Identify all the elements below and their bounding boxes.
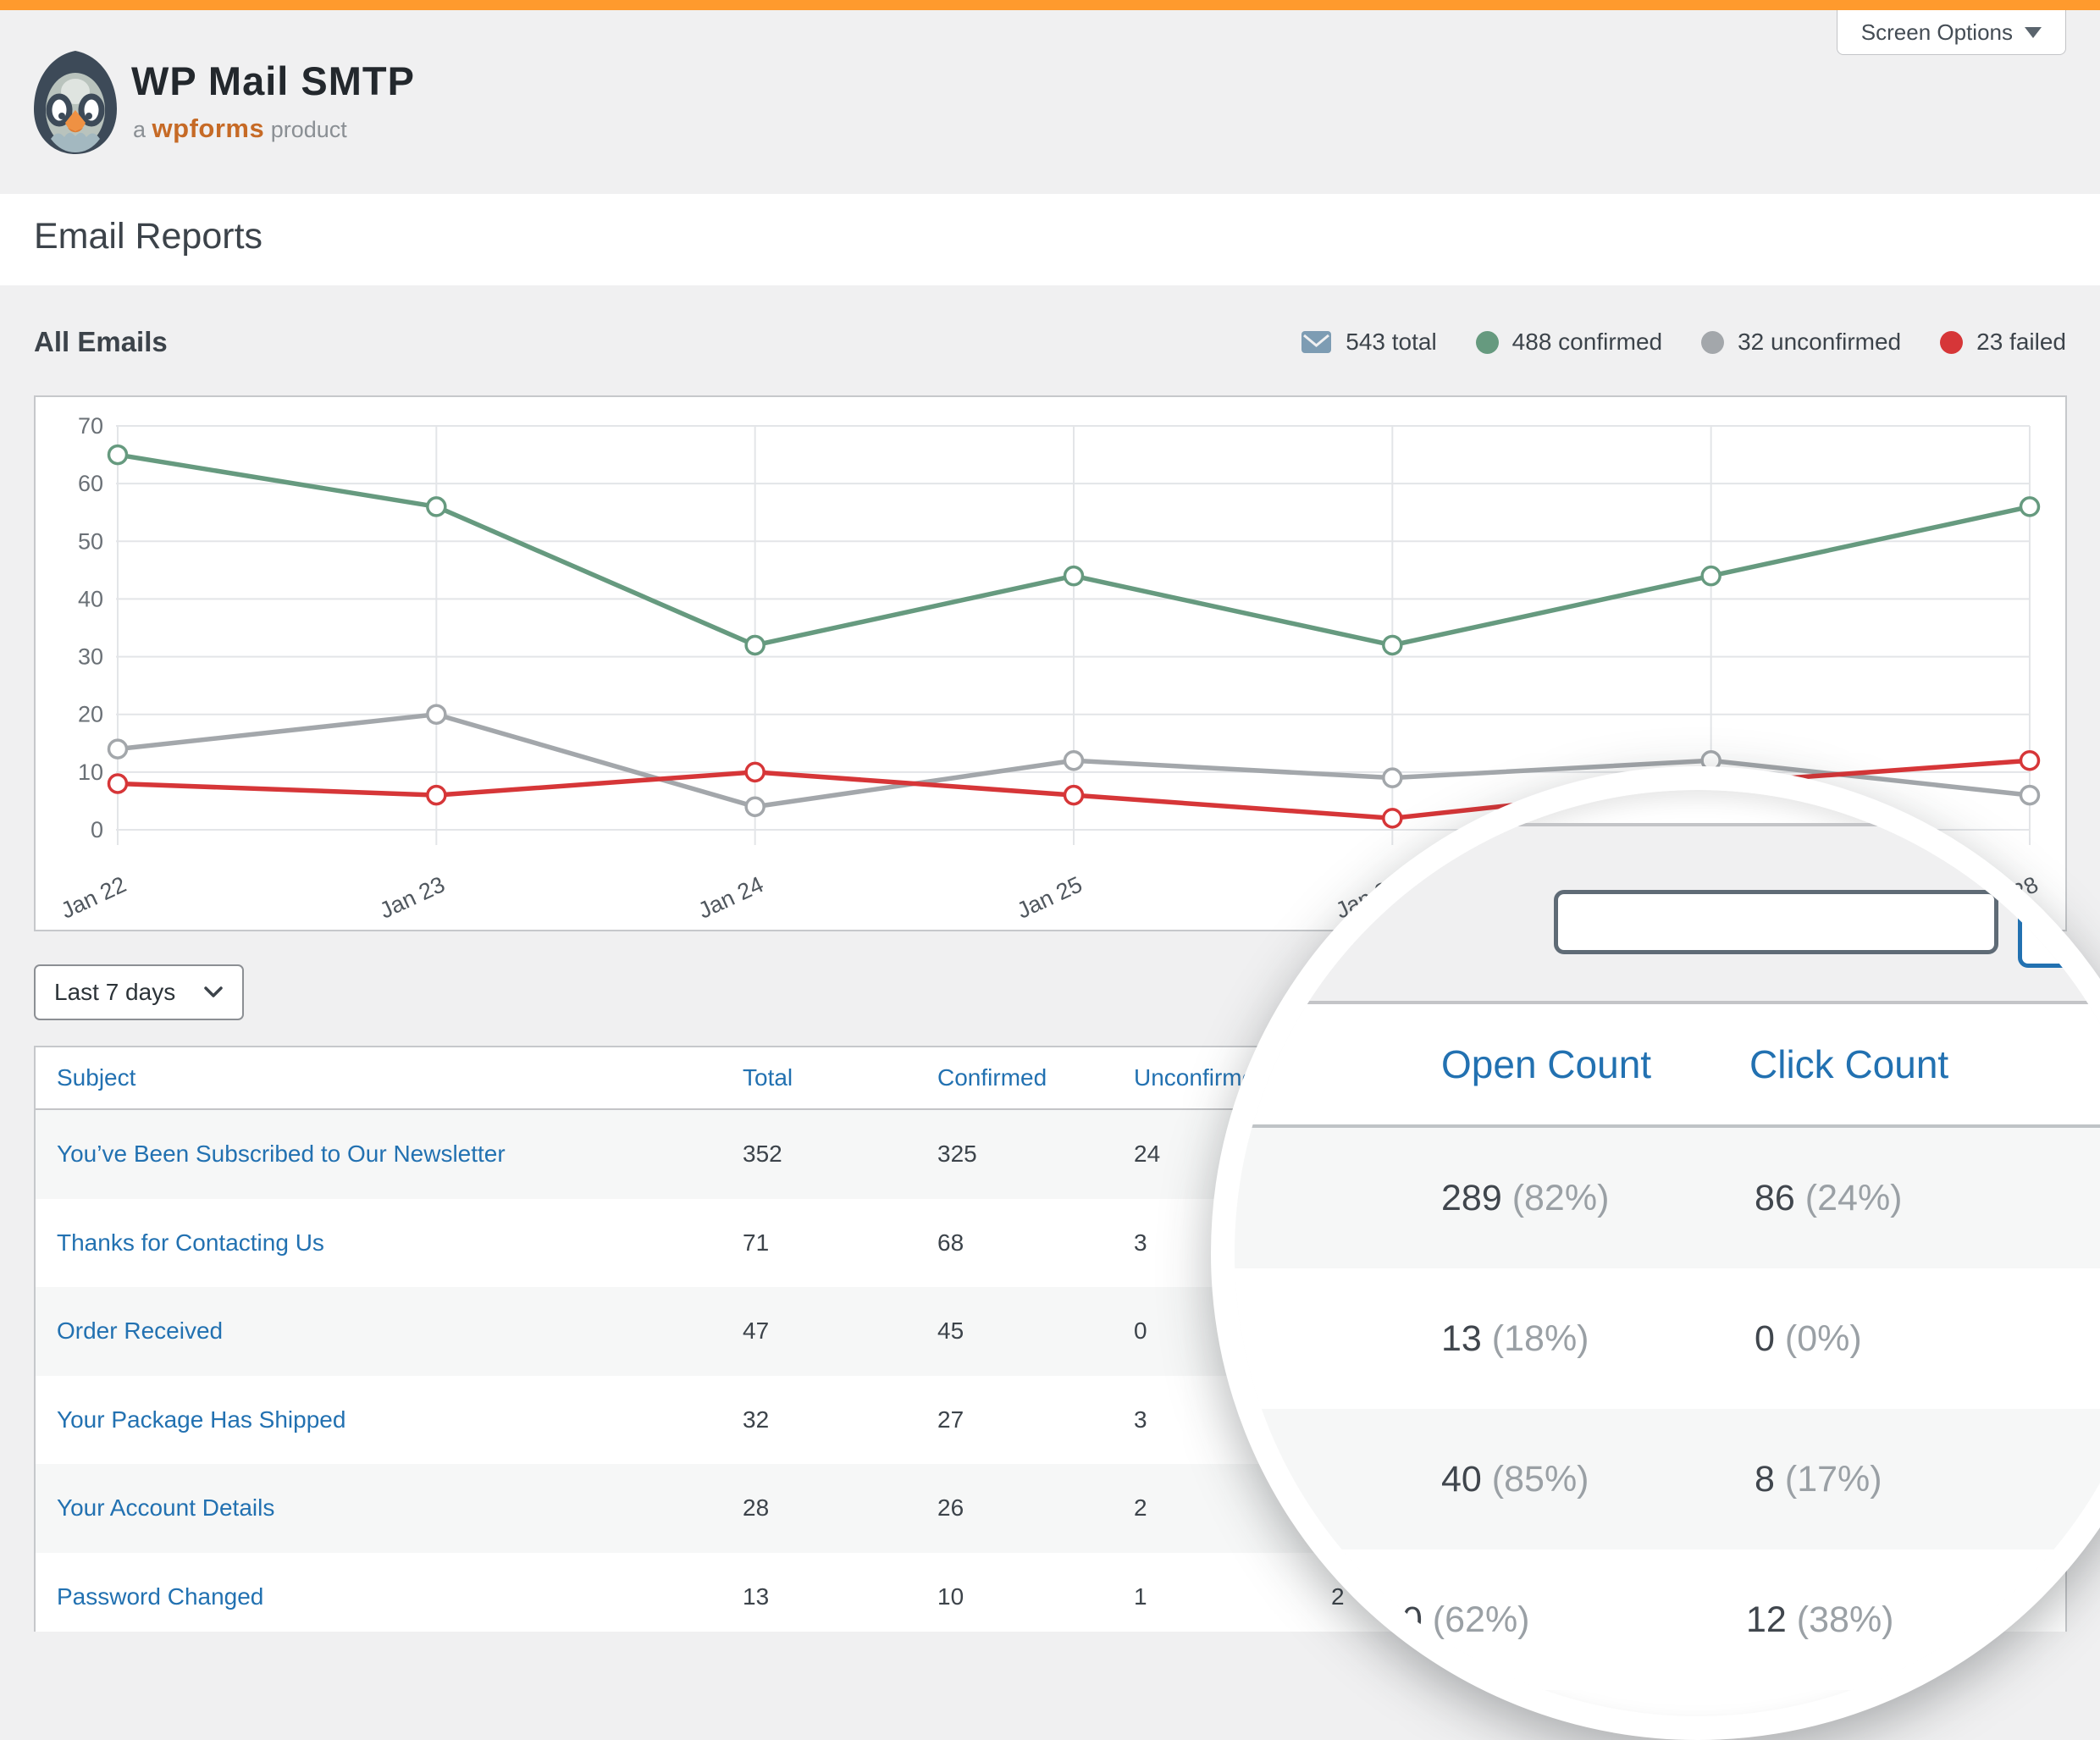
magnified-column-header-open-count[interactable]: Open Count	[1441, 1004, 1651, 1124]
magnified-click-count: 86 (24%)	[1755, 1128, 1903, 1268]
confirmed-value: 10	[937, 1553, 964, 1632]
magnified-open-count: 289 (82%)	[1441, 1128, 1609, 1268]
legend-item-failed: 23 failed	[1940, 329, 2066, 356]
subject-link[interactable]: Thanks for Contacting Us	[57, 1199, 324, 1288]
mail-icon	[1301, 330, 1332, 354]
subject-link[interactable]: Your Account Details	[57, 1464, 274, 1553]
caret-down-icon	[2025, 27, 2042, 38]
dot-icon	[1701, 331, 1724, 354]
total-value: 71	[743, 1199, 769, 1288]
svg-text:60: 60	[78, 471, 103, 496]
total-value: 13	[743, 1553, 769, 1632]
svg-text:Jan 24: Jan 24	[694, 871, 767, 923]
confirmed-value: 26	[937, 1464, 964, 1553]
magnifier-overlay: 289 (82%) 86 (24%) 13 (18%) 0 (0%) 40 (85%) 8…	[1211, 766, 2100, 1740]
period-select[interactable]: Last 7 days	[34, 964, 244, 1020]
screen-options-label: Screen Options	[1861, 19, 2013, 46]
tagline-suffix: product	[271, 117, 347, 142]
confirmed-value: 325	[937, 1110, 977, 1199]
magnified-open-count: 20 (62%)	[1382, 1549, 1530, 1690]
magnified-content: 289 (82%) 86 (24%) 13 (18%) 0 (0%) 40 (85%) 8…	[1211, 766, 2100, 1740]
svg-text:30: 30	[78, 644, 103, 670]
subject-link[interactable]: Password Changed	[57, 1553, 263, 1632]
magnified-column-header-click-count[interactable]: Click Count	[1749, 1004, 1948, 1124]
period-select-value: Last 7 days	[54, 979, 175, 1006]
total-value: 47	[743, 1287, 769, 1376]
search-button[interactable]	[2018, 900, 2100, 968]
legend-item-confirmed: 488 confirmed	[1476, 329, 1662, 356]
legend-label: 32 unconfirmed	[1738, 329, 1901, 356]
column-header-confirmed[interactable]: Confirmed	[937, 1047, 1047, 1108]
app-header: WP Mail SMTP a wpforms product	[0, 10, 2100, 194]
legend-label: 488 confirmed	[1512, 329, 1662, 356]
svg-text:Jan 25: Jan 25	[1013, 871, 1086, 923]
page-title: Email Reports	[34, 216, 262, 257]
page-title-band: Email Reports	[0, 194, 2100, 285]
confirmed-value: 27	[937, 1376, 964, 1465]
chevron-down-icon	[203, 986, 224, 999]
wp-mail-smtp-pigeon-logo	[30, 46, 120, 157]
magnified-open-count: 13 (18%)	[1441, 1268, 1589, 1409]
app-title: WP Mail SMTP	[131, 58, 415, 104]
section-title: All Emails	[34, 326, 168, 358]
column-header-subject[interactable]: Subject	[57, 1047, 135, 1108]
unconfirmed-value: 2	[1134, 1464, 1147, 1553]
magnified-click-count: 12 (38%)	[1746, 1549, 1894, 1690]
legend-item-unconfirmed: 32 unconfirmed	[1701, 329, 1901, 356]
dot-icon	[1476, 331, 1499, 354]
svg-text:10: 10	[78, 760, 103, 785]
svg-text:Jan 22: Jan 22	[57, 871, 130, 923]
subject-link[interactable]: Order Received	[57, 1287, 223, 1376]
magnified-open-count: 40 (85%)	[1441, 1409, 1589, 1549]
legend-item-total: 543 total	[1301, 329, 1436, 356]
tagline-brand: wpforms	[152, 113, 265, 143]
top-accent-bar	[0, 0, 2100, 10]
subject-link[interactable]: You’ve Been Subscribed to Our Newsletter	[57, 1110, 506, 1199]
column-header-total[interactable]: Total	[743, 1047, 793, 1108]
total-value: 352	[743, 1110, 782, 1199]
svg-text:40: 40	[78, 586, 103, 611]
legend-label: 23 failed	[1976, 329, 2066, 356]
tagline-prefix: a	[133, 117, 146, 142]
magnified-table-row	[1211, 1549, 2100, 1690]
confirmed-value: 68	[937, 1199, 964, 1288]
unconfirmed-value: 0	[1134, 1287, 1147, 1376]
svg-text:50: 50	[78, 528, 103, 554]
svg-text:70: 70	[78, 413, 103, 439]
subject-link[interactable]: Your Package Has Shipped	[57, 1376, 345, 1465]
svg-text:Jan 23: Jan 23	[376, 871, 449, 923]
unconfirmed-value: 1	[1134, 1553, 1147, 1632]
app-tagline: a wpforms product	[133, 113, 347, 144]
confirmed-value: 45	[937, 1287, 964, 1376]
legend-label: 543 total	[1346, 329, 1436, 356]
unconfirmed-value: 3	[1134, 1199, 1147, 1288]
screen-options-button[interactable]: Screen Options	[1837, 10, 2066, 55]
unconfirmed-value: 24	[1134, 1110, 1160, 1199]
total-value: 32	[743, 1376, 769, 1465]
magnified-table-row	[1211, 1409, 2100, 1549]
dot-icon	[1940, 331, 1963, 354]
chart-legend: 543 total 488 confirmed 32 unconfirmed 23 f…	[1301, 329, 2066, 356]
magnified-header-band	[1211, 1004, 2100, 1124]
total-value: 28	[743, 1464, 769, 1553]
svg-text:0: 0	[91, 817, 103, 842]
unconfirmed-value: 3	[1134, 1376, 1147, 1465]
search-input[interactable]	[1554, 890, 1998, 954]
magnified-table-row	[1211, 1128, 2100, 1268]
magnified-click-count: 8 (17%)	[1755, 1409, 1882, 1549]
magnified-table-row	[1211, 1268, 2100, 1409]
svg-text:20: 20	[78, 702, 103, 727]
magnified-click-count: 0 (0%)	[1755, 1268, 1862, 1409]
